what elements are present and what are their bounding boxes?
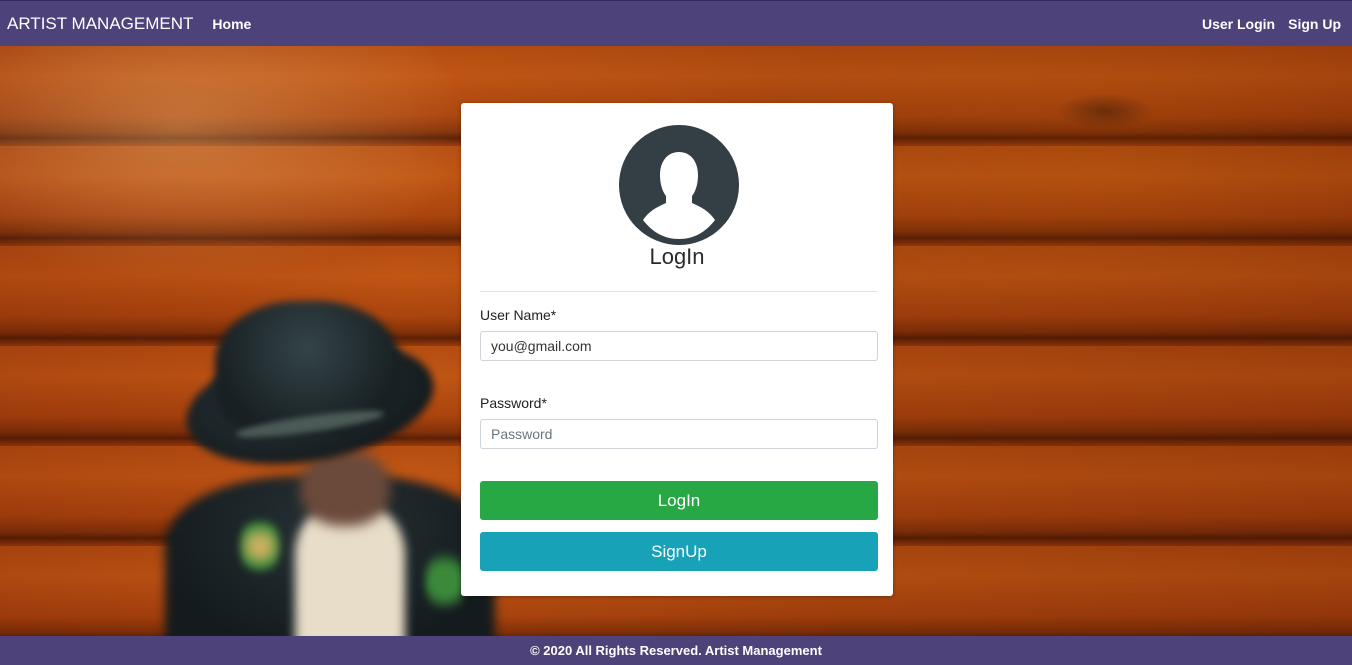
username-input[interactable] — [480, 331, 878, 361]
login-button[interactable]: LogIn — [480, 481, 878, 520]
brand-link[interactable]: ARTIST MANAGEMENT — [7, 14, 193, 34]
login-card: LogIn User Name* Password* LogIn SignUp — [461, 103, 893, 596]
nav-home-link[interactable]: Home — [212, 16, 251, 32]
password-input[interactable] — [480, 419, 878, 449]
signup-button[interactable]: SignUp — [480, 532, 878, 571]
card-title: LogIn — [649, 244, 705, 269]
footer-text: © 2020 All Rights Reserved. Artist Manag… — [530, 643, 822, 658]
nav-sign-up-link[interactable]: Sign Up — [1288, 16, 1341, 32]
footer: © 2020 All Rights Reserved. Artist Manag… — [0, 636, 1352, 665]
username-label: User Name* — [480, 307, 557, 323]
divider — [480, 291, 878, 292]
nav-user-login-link[interactable]: User Login — [1202, 16, 1275, 32]
nav-right-group: User Login Sign Up — [1202, 16, 1341, 32]
user-silhouette-icon — [619, 125, 739, 245]
password-label: Password* — [480, 395, 547, 411]
navbar: ARTIST MANAGEMENT Home User Login Sign U… — [0, 0, 1352, 46]
